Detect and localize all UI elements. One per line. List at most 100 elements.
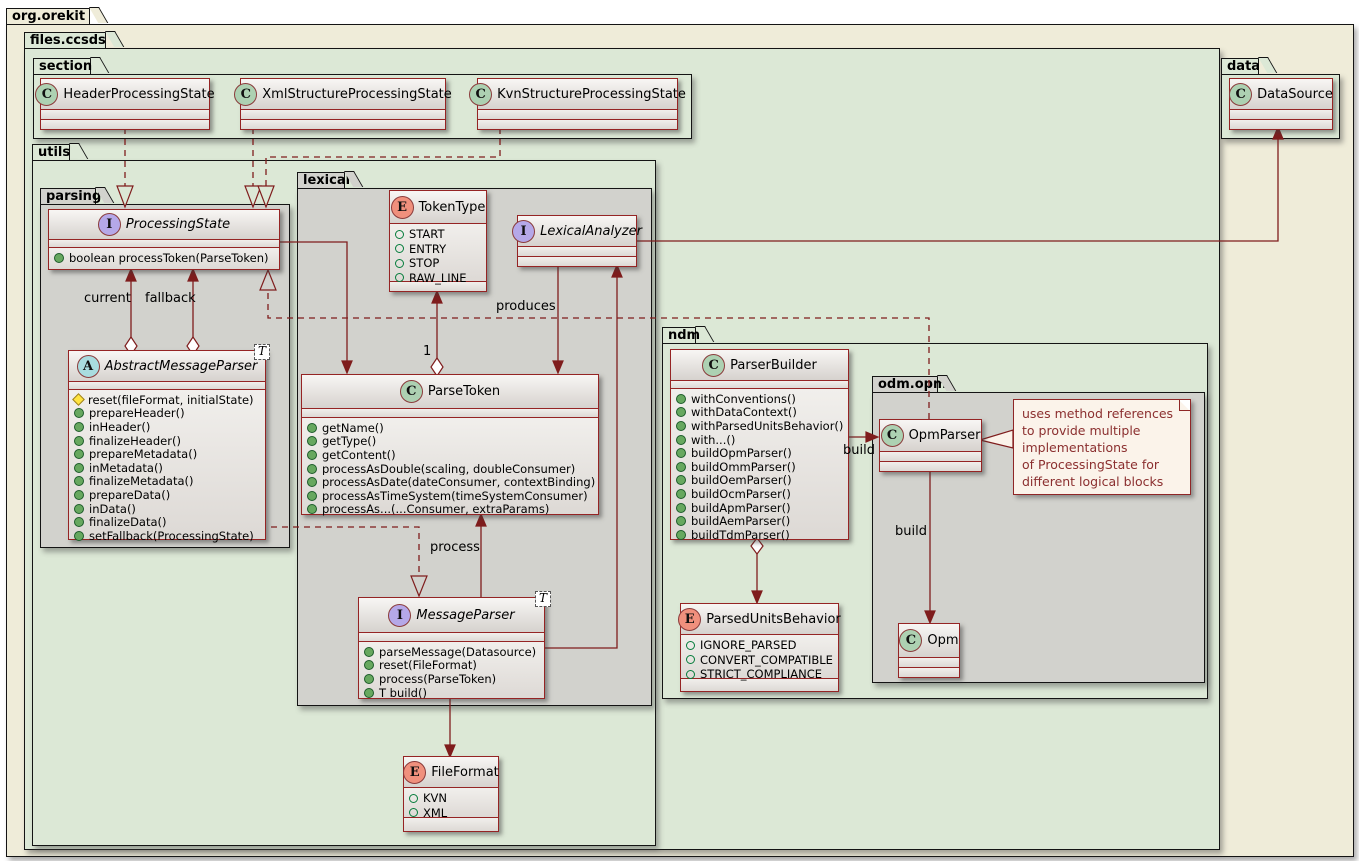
enum-constant-icon	[686, 655, 695, 664]
class-icon: C	[702, 354, 725, 377]
member-text: finalizeMetadata()	[89, 475, 194, 489]
class-icon: C	[35, 83, 58, 106]
class-xml-structure-processing-state: CXmlStructureProcessingState	[240, 78, 446, 130]
member-row: parseMessage(Datasource)	[359, 645, 544, 659]
class-parse-token: CParseToken getName()getType()getContent…	[301, 374, 599, 515]
class-token-type: ETokenType STARTENTRYSTOPRAW_LINE	[389, 190, 487, 292]
class-parsed-units-behavior: EParsedUnitsBehavior IGNORE_PARSEDCONVER…	[680, 603, 839, 692]
enum-constant-icon	[409, 794, 418, 803]
member-text: withParsedUnitsBehavior()	[691, 419, 843, 433]
class-icon: C	[400, 380, 423, 403]
member-text: XML	[423, 806, 447, 820]
package-label: ndm	[668, 328, 700, 343]
enum-constant-icon	[409, 808, 418, 817]
public-method-icon	[74, 490, 84, 500]
public-method-icon	[676, 516, 686, 526]
member-text: START	[409, 227, 444, 241]
class-icon: C	[234, 83, 257, 106]
member-text: processAsDate(dateConsumer, contextBindi…	[322, 475, 595, 489]
class-parser-builder: CParserBuilder withConventions()withData…	[670, 349, 849, 540]
class-opm-parser: COpmParser	[879, 419, 982, 472]
package-utils-tab: utils	[32, 144, 70, 160]
interface-icon: I	[388, 604, 411, 627]
class-icon: C	[469, 83, 492, 106]
member-row: KVN	[404, 791, 498, 806]
member-text: buildAemParser()	[691, 514, 790, 528]
class-icon: C	[881, 424, 904, 447]
member-text: getContent()	[322, 448, 396, 462]
class-icon: C	[1229, 83, 1252, 106]
enum-icon: E	[391, 196, 414, 219]
public-method-icon	[74, 408, 84, 418]
public-method-icon	[676, 462, 686, 472]
class-name: ProcessingState	[126, 217, 230, 232]
class-name: AbstractMessageParser	[105, 359, 258, 374]
edge-label-build-opm: build	[895, 524, 927, 539]
generic-tag: T	[535, 591, 551, 607]
public-method-icon	[364, 647, 374, 657]
note-opmparser: uses method references to provide multip…	[1013, 399, 1191, 495]
note-line: uses method references	[1022, 405, 1182, 422]
edge-label-process: process	[430, 540, 480, 555]
class-abstract-message-parser: AAbstractMessageParser reset(fileFormat,…	[68, 350, 266, 540]
member-row: setFallback(ProcessingState)	[69, 529, 265, 543]
member-text: ENTRY	[409, 242, 446, 256]
public-method-icon	[74, 449, 84, 459]
member-row: processAsDate(dateConsumer, contextBindi…	[302, 475, 598, 489]
member-row: buildApmParser()	[671, 501, 848, 515]
public-method-icon	[74, 422, 84, 432]
edge-label-fallback: fallback	[145, 291, 196, 306]
class-lexical-analyzer: ILexicalAnalyzer	[517, 215, 637, 267]
member-text: buildOpmParser()	[691, 446, 792, 460]
class-kvn-structure-processing-state: CKvnStructureProcessingState	[477, 78, 678, 130]
package-odm-opm-tab: odm.opm	[872, 376, 938, 392]
enum-constant-icon	[395, 244, 404, 253]
member-text: inMetadata()	[89, 461, 163, 475]
public-method-icon	[676, 421, 686, 431]
member-row: finalizeMetadata()	[69, 475, 265, 489]
member-row: boolean processToken(ParseToken)	[49, 251, 279, 265]
member-row: getContent()	[302, 448, 598, 462]
public-method-icon	[74, 531, 84, 541]
member-text: KVN	[423, 791, 447, 805]
member-text: boolean processToken(ParseToken)	[69, 251, 269, 265]
member-text: reset(FileFormat)	[379, 659, 477, 673]
public-method-icon	[676, 475, 686, 485]
member-text: T build()	[379, 686, 427, 700]
note-line: to provide multiple	[1022, 422, 1182, 439]
class-message-parser: IMessageParser parseMessage(Datasource)r…	[358, 597, 545, 699]
package-ndm-tab: ndm	[662, 327, 696, 343]
edge-label-build-parser: build	[843, 443, 875, 458]
member-row: processAs...(...Consumer, extraParams)	[302, 503, 598, 517]
package-label: odm.opm	[878, 377, 947, 392]
class-name: LexicalAnalyzer	[540, 224, 642, 239]
public-method-icon	[307, 423, 317, 433]
public-method-icon	[676, 530, 686, 540]
class-header-processing-state: CHeaderProcessingState	[40, 78, 210, 130]
enum-constant-icon	[395, 230, 404, 239]
member-text: finalizeData()	[89, 515, 167, 529]
class-name: Opm	[927, 633, 958, 648]
enum-constant-icon	[686, 641, 695, 650]
package-label: parsing	[46, 189, 101, 204]
member-row: ENTRY	[390, 242, 486, 257]
member-text: buildOemParser()	[691, 474, 792, 488]
member-row: withParsedUnitsBehavior()	[671, 419, 848, 433]
public-method-icon	[307, 491, 317, 501]
member-text: CONVERT_COMPATIBLE	[700, 653, 833, 667]
member-row: buildOpmParser()	[671, 446, 848, 460]
member-text: processAs...(...Consumer, extraParams)	[322, 503, 549, 517]
member-text: buildOmmParser()	[691, 460, 796, 474]
generic-tag: T	[254, 344, 270, 360]
member-text: inHeader()	[89, 420, 150, 434]
public-method-icon	[676, 435, 686, 445]
public-method-icon	[364, 688, 374, 698]
member-row: withDataContext()	[671, 406, 848, 420]
class-name: KvnStructureProcessingState	[497, 87, 686, 102]
member-text: prepareMetadata()	[89, 447, 197, 461]
member-row: reset(FileFormat)	[359, 659, 544, 673]
package-label: data	[1227, 59, 1260, 74]
abstract-icon: A	[77, 355, 100, 378]
package-parsing-tab: parsing	[40, 188, 96, 204]
package-lexical-tab: lexical	[297, 172, 345, 188]
